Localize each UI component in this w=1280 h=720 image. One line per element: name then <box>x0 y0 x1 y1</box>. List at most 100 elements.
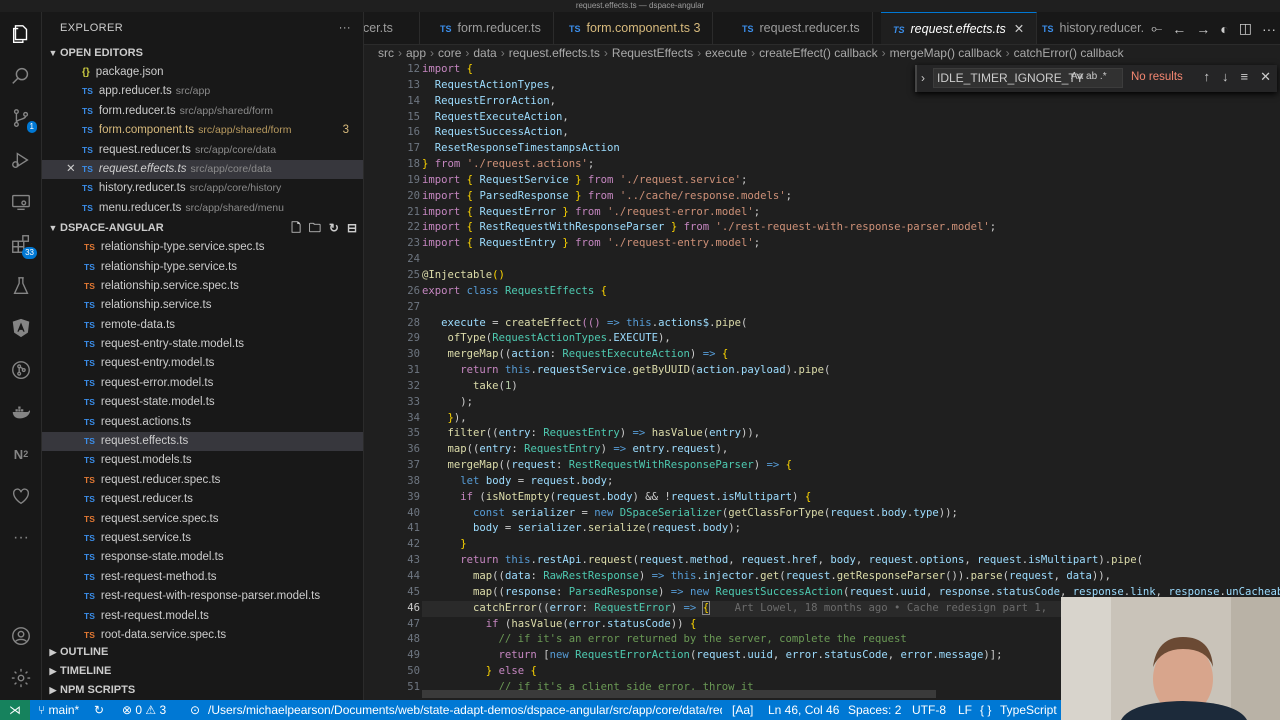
go-back-icon[interactable]: ← <box>1172 21 1186 37</box>
indentation[interactable]: Spaces: 2 <box>848 700 901 720</box>
file-tree-item[interactable]: TS request.service.ts <box>42 529 363 548</box>
go-forward-icon[interactable]: → <box>1196 21 1210 37</box>
new-file-icon[interactable]: 🗋 <box>291 219 301 238</box>
open-editor-item[interactable]: TS app.reducer.ts src/app <box>42 82 363 101</box>
file-tree-item[interactable]: TS relationship-type.service.spec.ts <box>42 238 363 257</box>
explorer-more-icon[interactable]: ··· <box>339 12 351 44</box>
ports-icon[interactable]: ⊙ <box>190 700 200 720</box>
file-tree-item[interactable]: TS request-entry-state.model.ts <box>42 335 363 354</box>
file-tree-item[interactable]: TS request-state.model.ts <box>42 393 363 412</box>
open-editors-header[interactable]: ▼ OPEN EDITORS <box>42 44 363 63</box>
file-path[interactable]: /Users/michaelpearson/Documents/web/stat… <box>208 700 722 720</box>
nx-icon[interactable]: N2 <box>9 442 33 466</box>
more-actions-icon[interactable]: ··· <box>1262 21 1276 37</box>
breadcrumb-item[interactable]: app <box>406 46 426 60</box>
breadcrumb-item[interactable]: core <box>438 46 461 60</box>
tab-form-reducer[interactable]: TS form.reducer.ts <box>428 12 554 44</box>
breadcrumb-item[interactable]: request.effects.ts <box>509 46 600 60</box>
run-debug-icon[interactable] <box>9 148 33 172</box>
cursor-position[interactable]: Ln 46, Col 46 <box>768 700 839 720</box>
breadcrumb-item[interactable]: execute <box>705 46 747 60</box>
toggle-replace-chevron-icon[interactable]: › <box>921 71 925 85</box>
npm-scripts-section[interactable]: ▶ NPM SCRIPTS <box>42 681 364 700</box>
tab-app-reducer[interactable]: ucer.ts <box>364 12 420 44</box>
code-line: body = serializer.serialize(request.body… <box>473 522 741 535</box>
file-tree-item[interactable]: TS rest-request-with-response-parser.mode… <box>42 587 363 606</box>
search-icon[interactable] <box>9 64 33 88</box>
file-tree-item[interactable]: TS request.reducer.ts <box>42 490 363 509</box>
file-tree-item[interactable]: TS rest-request-method.ts <box>42 568 363 587</box>
previous-match-icon[interactable]: ↑ <box>1204 69 1211 85</box>
file-tree-item[interactable]: TS request.actions.ts <box>42 413 363 432</box>
breadcrumb-item[interactable]: createEffect() callback <box>759 46 878 60</box>
file-tree-item[interactable]: TS relationship.service.spec.ts <box>42 277 363 296</box>
heart-icon[interactable] <box>9 484 33 508</box>
language-mode-icon[interactable]: { } <box>980 700 991 720</box>
git-compare-icon[interactable]: ⟜ <box>1151 20 1162 37</box>
branch-icon: ⑂ <box>38 703 49 717</box>
close-editor-icon[interactable]: ✕ <box>66 160 76 179</box>
remote-explorer-icon[interactable] <box>9 190 33 214</box>
branch-indicator[interactable]: ⑂ main* <box>38 700 79 720</box>
git-graph-icon[interactable] <box>9 358 33 382</box>
tab-form-component[interactable]: TS form.component.ts 3 <box>557 12 714 44</box>
account-icon[interactable] <box>9 624 33 648</box>
language-mode[interactable]: TypeScript <box>1000 700 1057 720</box>
remote-indicator-icon[interactable]: ⋊ <box>0 700 30 720</box>
outline-section[interactable]: ▶ OUTLINE <box>42 643 364 662</box>
tab-request-effects[interactable]: TS request.effects.ts ✕ <box>881 12 1038 44</box>
find-options[interactable]: Aa ab .* <box>1071 71 1107 82</box>
file-tree-item[interactable]: TS relationship.service.ts <box>42 296 363 315</box>
collapse-all-icon[interactable]: ⊟ <box>347 219 357 238</box>
breadcrumb-item[interactable]: mergeMap() callback <box>890 46 1002 60</box>
open-editor-item[interactable]: ✕ TS request.effects.ts src/app/core/data <box>42 159 363 180</box>
file-tree-item[interactable]: TS request-error.model.ts <box>42 374 363 393</box>
encoding[interactable]: UTF-8 <box>912 700 946 720</box>
breadcrumb-item[interactable]: src <box>378 46 394 60</box>
open-editor-item[interactable]: {} package.json <box>42 63 363 82</box>
files-icon[interactable] <box>9 22 33 46</box>
file-tree-item[interactable]: TS relationship-type.service.ts <box>42 258 363 277</box>
breadcrumb-item[interactable]: RequestEffects <box>612 46 693 60</box>
file-tree-item[interactable]: TS rest-request.model.ts <box>42 607 363 626</box>
code-line: import { RequestService } from './reques… <box>422 173 748 186</box>
problems-indicator[interactable]: ⊗ 0 ⚠ 3 <box>122 700 166 720</box>
breadcrumb-item[interactable]: data <box>473 46 496 60</box>
timeline-section[interactable]: ▶ TIMELINE <box>42 662 364 681</box>
project-header[interactable]: ▼ DSPACE-ANGULAR 🗋 🗀 ↻ ⊟ <box>42 219 363 238</box>
file-tree-item[interactable]: TS request.reducer.spec.ts <box>42 471 363 490</box>
new-folder-icon[interactable]: 🗀 <box>309 219 321 238</box>
tab-request-reducer[interactable]: TS request.reducer.ts <box>730 12 873 44</box>
refresh-icon[interactable]: ↻ <box>329 219 339 238</box>
file-tree-item[interactable]: TS request-entry.model.ts <box>42 354 363 373</box>
open-editor-item[interactable]: TS form.component.ts src/app/shared/form 3 <box>42 121 363 140</box>
line-ending[interactable]: LF <box>958 700 972 720</box>
next-match-icon[interactable]: ↓ <box>1222 69 1229 85</box>
breadcrumb-item[interactable]: catchError() callback <box>1014 46 1124 60</box>
sync-icon[interactable]: ↻ <box>94 700 104 720</box>
file-tree-item[interactable]: TS request.effects.ts <box>42 432 363 452</box>
file-tree-item[interactable]: TS request.service.spec.ts <box>42 510 363 529</box>
file-tree-item[interactable]: TS response-state.model.ts <box>42 548 363 567</box>
file-tree-item[interactable]: TS remote-data.ts <box>42 316 363 335</box>
split-editor-icon[interactable]: ◫ <box>1239 20 1252 37</box>
open-editor-item[interactable]: TS request.reducer.ts src/app/core/data <box>42 141 363 160</box>
testing-icon[interactable] <box>9 274 33 298</box>
close-find-icon[interactable]: ✕ <box>1260 69 1271 85</box>
horizontal-scrollbar[interactable] <box>422 690 936 698</box>
settings-gear-icon[interactable] <box>9 666 33 690</box>
docker-icon[interactable] <box>9 400 33 424</box>
extensions-icon[interactable]: 33 <box>9 232 37 259</box>
case-mode[interactable]: [Aa] <box>732 700 753 720</box>
file-tree-item[interactable]: TS request.models.ts <box>42 451 363 470</box>
more-icon[interactable]: ··· <box>9 526 33 550</box>
timeline-icon[interactable]: ◐ <box>1220 21 1228 37</box>
find-in-selection-icon[interactable]: ≡ <box>1241 69 1249 85</box>
code-line: ResetResponseTimestampsAction <box>434 142 620 155</box>
close-tab-icon[interactable]: ✕ <box>1014 22 1024 36</box>
open-editor-item[interactable]: TS history.reducer.ts src/app/core/history <box>42 179 363 198</box>
angular-icon[interactable] <box>9 316 33 340</box>
open-editor-item[interactable]: TS form.reducer.ts src/app/shared/form <box>42 102 363 121</box>
open-editor-item[interactable]: TS menu.reducer.ts src/app/shared/menu <box>42 199 363 218</box>
source-control-icon[interactable]: 1 <box>9 106 37 133</box>
